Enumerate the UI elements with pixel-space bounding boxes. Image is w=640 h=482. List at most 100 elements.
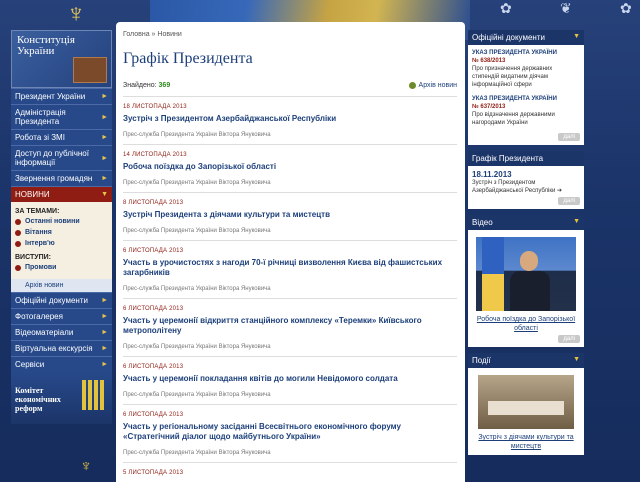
section-title: Події [472, 356, 491, 365]
news-title-link[interactable]: Участь в урочистостях з нагоди 70-ї річн… [123, 258, 457, 278]
news-date: 6 ЛИСТОПАДА 2013 [123, 248, 184, 254]
news-item: 6 ЛИСТОПАДА 2013 Участь у церемонії покл… [123, 357, 457, 405]
news-date: 14 ЛИСТОПАДА 2013 [123, 152, 187, 158]
more-button[interactable]: далі [558, 197, 580, 205]
submenu-label: Інтерв'ю [25, 240, 55, 247]
nav-item-news[interactable]: НОВИНИ ▼ [11, 186, 112, 202]
chevron-right-icon: ► [101, 113, 108, 121]
submenu-label: Вітання [25, 229, 52, 236]
event-photo[interactable] [478, 375, 574, 429]
decree-item[interactable]: УКАЗ ПРЕЗИДЕНТА УКРАЇНИ № 638/2013 Про п… [472, 49, 580, 89]
news-source: Прес-служба Президента України Віктора Я… [123, 228, 271, 234]
nav-label: Президент України [15, 92, 86, 101]
submenu-label: Промови [25, 264, 57, 271]
trident-emblem-icon: ♆ [66, 0, 86, 28]
left-sidebar: Конституція України Президент України ► А… [11, 30, 112, 424]
chevron-down-icon: ▼ [573, 33, 580, 40]
official-documents-header[interactable]: Офіційні документи ▼ [468, 30, 584, 45]
breadcrumb: Головна » Новини [123, 31, 457, 38]
growth-chart-icon [82, 380, 106, 410]
decree-num: № 637/2013 [472, 104, 506, 110]
bullet-icon [15, 229, 21, 236]
archive-link-label: Архів новин [418, 82, 457, 89]
news-item: 6 ЛИСТОПАДА 2013 Участь у регіональному … [123, 405, 457, 463]
nav-item-media[interactable]: Робота зі ЗМІ ► [11, 129, 112, 145]
news-source: Прес-служба Президента України Віктора Я… [123, 132, 271, 138]
news-archive-link[interactable]: Архів новин [11, 279, 112, 292]
schedule-link[interactable]: Зустріч з Президентом Азербайджанської Р… [472, 179, 580, 195]
nav-item-photos[interactable]: Фотогалерея ► [11, 308, 112, 324]
events-header[interactable]: Події ▼ [468, 353, 584, 368]
nav-item-appeals[interactable]: Звернення громадян ► [11, 170, 112, 186]
chevron-right-icon: ► [101, 297, 108, 304]
nav-item-services[interactable]: Сервіси ► [11, 356, 112, 372]
video-header[interactable]: Відео ▼ [468, 215, 584, 230]
more-wrapper: далі [472, 335, 580, 343]
news-source: Прес-служба Президента України Віктора Я… [123, 392, 271, 398]
breadcrumb-home[interactable]: Головна [123, 31, 150, 38]
submenu-interviews[interactable]: Інтерв'ю [15, 240, 108, 247]
nav-item-videos[interactable]: Відеоматеріали ► [11, 324, 112, 340]
nav-label: Фотогалерея [15, 312, 63, 321]
news-title-link[interactable]: Зустріч Президента з діячами культури та… [123, 210, 457, 220]
constitution-banner[interactable]: Конституція України [11, 30, 112, 88]
archive-link[interactable]: Архів новин [408, 82, 457, 89]
news-title-link[interactable]: Участь у регіональному засіданні Всесвіт… [123, 422, 457, 442]
submenu-label: Останні новини [25, 218, 80, 225]
reforms-committee-banner[interactable]: Комітет економічних реформ [11, 372, 112, 424]
submenu-latest-news[interactable]: Останні новини [15, 218, 108, 225]
section-title: Графік Президента [472, 154, 544, 163]
topics-heading: ЗА ТЕМАМИ: [15, 208, 60, 215]
decree-number: № 637/2013 [472, 103, 580, 111]
video-thumbnail[interactable] [476, 237, 576, 311]
ornament-icon: ❦ [560, 0, 572, 16]
schedule-header[interactable]: Графік Президента [468, 151, 584, 166]
person-image [520, 251, 538, 271]
news-title-link[interactable]: Робоча поїздка до Запорізької області [123, 162, 457, 172]
right-sidebar: Офіційні документи ▼ УКАЗ ПРЕЗИДЕНТА УКРА… [468, 30, 584, 455]
found-count: Знайдено: 369 [123, 82, 170, 89]
chevron-right-icon: ► [101, 345, 108, 352]
found-number: 369 [158, 82, 171, 89]
trident-emblem-icon: ♆ [80, 458, 92, 475]
more-button[interactable]: далі [558, 335, 580, 343]
news-date: 6 ЛИСТОПАДА 2013 [123, 306, 184, 312]
bullet-icon [15, 240, 21, 247]
more-button[interactable]: далі [558, 133, 580, 141]
news-item: 6 ЛИСТОПАДА 2013 Участь у церемонії відк… [123, 299, 457, 357]
committee-label: Комітет економічних реформ [15, 386, 61, 413]
schedule-panel: 18.11.2013 Зустріч з Президентом Азербай… [468, 166, 584, 209]
news-title-link[interactable]: Участь у церемонії покладання квітів до … [123, 374, 457, 384]
section-title: Офіційні документи [472, 33, 545, 42]
nav-item-documents[interactable]: Офіційні документи ► [11, 292, 112, 308]
more-wrapper: далі [472, 133, 580, 141]
submenu-greetings[interactable]: Вітання [15, 229, 108, 236]
nav-item-public-info[interactable]: Доступ до публічної інформації ► [11, 145, 112, 170]
person-image [510, 271, 550, 311]
nav-label: Звернення громадян [15, 174, 93, 183]
event-caption-link[interactable]: Зустріч з діячами культури та мистецтв [472, 433, 580, 451]
news-title-link[interactable]: Зустріч з Президентом Азербайджанської Р… [123, 114, 457, 124]
chevron-down-icon: ▼ [573, 218, 580, 225]
video-caption-link[interactable]: Робоча поїздка до Запорізької області [472, 315, 580, 333]
schedule-date: 18.11.2013 [472, 170, 512, 179]
breadcrumb-current[interactable]: Новини [157, 31, 181, 38]
nav-label: Відеоматеріали [15, 328, 74, 337]
news-title-link[interactable]: Участь у церемонії відкриття станційного… [123, 316, 457, 336]
nav-item-virtual-tour[interactable]: Віртуальна екскурсія ► [11, 340, 112, 356]
page-title: Графік Президента [123, 50, 253, 67]
nav-item-president[interactable]: Президент України ► [11, 88, 112, 104]
nav-label: Віртуальна екскурсія [15, 344, 93, 353]
decree-text: Про призначення державних стипендій вида… [472, 66, 553, 88]
chevron-right-icon: ► [101, 329, 108, 336]
table-image [488, 401, 564, 415]
official-documents-panel: УКАЗ ПРЕЗИДЕНТА УКРАЇНИ № 638/2013 Про п… [468, 45, 584, 145]
decree-item[interactable]: УКАЗ ПРЕЗИДЕНТА УКРАЇНИ № 637/2013 Про в… [472, 95, 580, 127]
submenu-speeches[interactable]: Промови [15, 264, 108, 271]
events-panel: Зустріч з діячами культури та мистецтв [468, 368, 584, 455]
chevron-right-icon: ► [101, 361, 108, 368]
decree-heading: УКАЗ ПРЕЗИДЕНТА УКРАЇНИ [472, 49, 580, 57]
chevron-down-icon: ▼ [573, 356, 580, 363]
nav-item-administration[interactable]: Адміністрація Президента ► [11, 104, 112, 129]
decree-heading: УКАЗ ПРЕЗИДЕНТА УКРАЇНИ [472, 95, 580, 103]
